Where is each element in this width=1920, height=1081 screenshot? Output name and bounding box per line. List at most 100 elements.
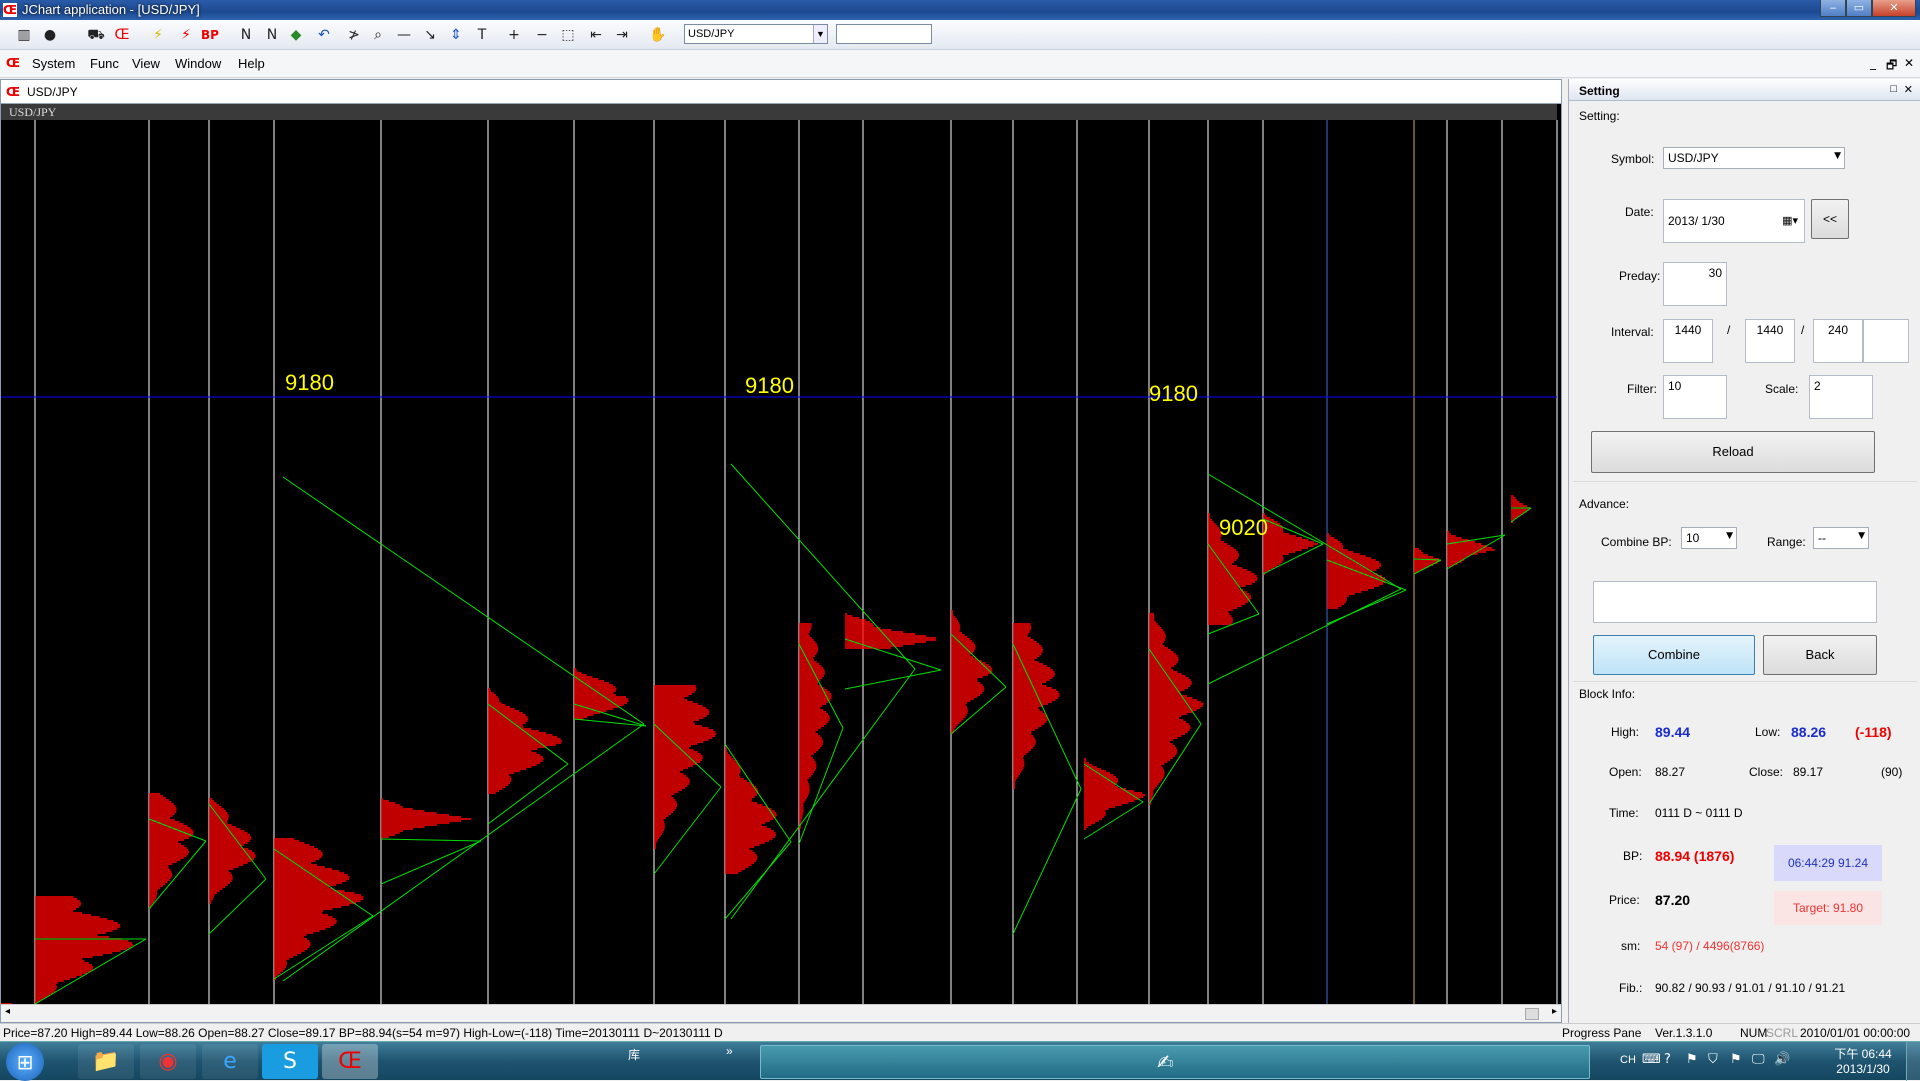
tray-icon-1[interactable]: ? bbox=[1664, 1052, 1671, 1067]
menu-func[interactable]: Func bbox=[90, 56, 119, 71]
date-back-button[interactable]: << bbox=[1811, 199, 1849, 239]
high-value: 89.44 bbox=[1655, 724, 1691, 740]
target-box: Target: 91.80 bbox=[1774, 891, 1882, 925]
menu-view[interactable]: View bbox=[132, 56, 160, 71]
clock-time: 下午 06:44 bbox=[1834, 1047, 1892, 1061]
cube-icon[interactable]: ◆ bbox=[286, 25, 306, 45]
interval-label: Interval: bbox=[1611, 325, 1654, 339]
select-icon[interactable]: ⬚ bbox=[558, 25, 578, 45]
diagonal-icon[interactable]: ↘ bbox=[420, 25, 440, 45]
range-dropdown[interactable]: -- ▼ bbox=[1813, 527, 1869, 549]
menu-window[interactable]: Window bbox=[175, 56, 221, 71]
interval-input-4[interactable] bbox=[1863, 319, 1909, 363]
right-arrow-icon[interactable]: ⇥ bbox=[612, 25, 632, 45]
n-cursor-icon[interactable]: N bbox=[262, 25, 282, 45]
app-logo-icon[interactable]: Œ bbox=[112, 25, 132, 45]
title-bar[interactable]: Œ JChart application - [USD/JPY] – ▭ ✕ bbox=[0, 0, 1920, 20]
lightning-red-icon[interactable]: ⚡ bbox=[176, 25, 196, 45]
back-button[interactable]: Back bbox=[1763, 635, 1877, 675]
volume-profile-2 bbox=[149, 793, 194, 909]
taskbar-more-icon[interactable]: » bbox=[726, 1044, 733, 1058]
tray-icon-6[interactable]: 🔊 bbox=[1774, 1052, 1790, 1067]
jchart-app[interactable]: Œ bbox=[322, 1044, 378, 1079]
combine-button[interactable]: Combine bbox=[1593, 635, 1755, 675]
toolbar: ▥ ● ⛟ Œ ⚡ ⚡ BP N N ◆ ↶ ≯ ⌕ — ↘ ⇕ T + − ⬚ ⇤ ⇥ ✋ USD/JPY ▼ bbox=[0, 20, 1920, 50]
symbol-dropdown[interactable]: USD/JPY ▼ bbox=[1663, 147, 1845, 169]
price-annotation-0: 9180 bbox=[285, 370, 334, 395]
menu-system[interactable]: System bbox=[32, 56, 75, 71]
scale-input[interactable]: 2 bbox=[1809, 375, 1873, 419]
undo-icon[interactable]: ↶ bbox=[314, 25, 334, 45]
mdi-restore-button[interactable]: 🗗 bbox=[1886, 56, 1897, 77]
menu-help[interactable]: Help bbox=[238, 56, 265, 71]
language-indicator[interactable]: CH bbox=[1620, 1054, 1636, 1066]
updown-icon[interactable]: ⇕ bbox=[446, 25, 466, 45]
volume-profile-5 bbox=[381, 798, 471, 840]
trend-line-12 bbox=[380, 838, 482, 842]
combine-input[interactable] bbox=[1593, 581, 1877, 623]
volume-profile-13 bbox=[1013, 623, 1060, 789]
mdi-close-button[interactable]: ✕ bbox=[1904, 56, 1914, 70]
maximize-button[interactable]: ▭ bbox=[1846, 0, 1872, 17]
zoom-icon[interactable]: ⌕ bbox=[368, 25, 388, 45]
taskbar-library[interactable]: 库 bbox=[628, 1046, 728, 1078]
interval-input-3[interactable]: 240 bbox=[1813, 319, 1863, 363]
plus-icon[interactable]: + bbox=[504, 25, 524, 45]
show-desktop-button[interactable] bbox=[1906, 1042, 1920, 1081]
panel-float-button[interactable]: □ bbox=[1890, 83, 1897, 95]
date-value: 2013/ 1/30 bbox=[1668, 214, 1725, 228]
step-icon[interactable]: ≯ bbox=[344, 25, 364, 45]
scroll-right-icon[interactable]: ▸ bbox=[1552, 1006, 1557, 1017]
lightning-icon[interactable]: ⚡ bbox=[148, 25, 168, 45]
trend-line-10 bbox=[282, 476, 645, 725]
chart-tab[interactable]: Œ USD/JPY bbox=[1, 80, 1561, 104]
taskbar-active-window[interactable]: ✍ bbox=[760, 1045, 1590, 1079]
scroll-thumb[interactable] bbox=[1525, 1008, 1539, 1020]
skype-app[interactable]: S bbox=[262, 1044, 318, 1079]
interval-input-2[interactable]: 1440 bbox=[1745, 319, 1795, 363]
hline-icon[interactable]: — bbox=[394, 25, 414, 45]
tray-icon-2[interactable]: ⚑ bbox=[1686, 1052, 1698, 1067]
ie-app[interactable]: e bbox=[202, 1044, 258, 1079]
left-arrow-icon[interactable]: ⇤ bbox=[586, 25, 606, 45]
tray-icon-5[interactable]: 🖵 bbox=[1752, 1052, 1765, 1067]
clock[interactable]: 下午 06:44 2013/1/30 bbox=[1828, 1045, 1898, 1076]
chrome-app[interactable]: ◉ bbox=[140, 1044, 196, 1079]
minimize-button[interactable]: – bbox=[1820, 0, 1846, 17]
horizontal-scrollbar[interactable]: ◂ ▸ bbox=[1, 1004, 1561, 1022]
start-button[interactable]: ⊞ bbox=[6, 1043, 44, 1081]
reload-button[interactable]: Reload bbox=[1591, 431, 1875, 473]
bp-icon[interactable]: BP bbox=[200, 25, 220, 45]
filter-input[interactable]: 10 bbox=[1663, 375, 1727, 419]
car-icon[interactable]: ⛟ bbox=[86, 25, 106, 45]
tray-icon-4[interactable]: ⚑ bbox=[1730, 1052, 1742, 1067]
text-icon[interactable]: T bbox=[472, 25, 492, 45]
minus-icon[interactable]: − bbox=[532, 25, 552, 45]
explorer-app[interactable]: 📁 bbox=[78, 1044, 134, 1079]
toolbar-input[interactable] bbox=[836, 24, 932, 44]
fib-label: Fib.: bbox=[1619, 981, 1643, 995]
preday-input[interactable]: 30 bbox=[1663, 262, 1727, 306]
scale-value: 2 bbox=[1814, 379, 1821, 393]
chart-area[interactable]: 9180 9180 9180 9020 USD/JPY bbox=[1, 104, 1561, 1004]
symbol-select[interactable]: USD/JPY ▼ bbox=[684, 24, 828, 44]
symbol-label: Symbol: bbox=[1611, 152, 1655, 166]
panel-close-button[interactable]: ✕ bbox=[1904, 83, 1913, 96]
bp-time-box: 06:44:29 91.24 bbox=[1774, 845, 1882, 881]
scroll-left-icon[interactable]: ◂ bbox=[5, 1006, 10, 1017]
time-label: Time: bbox=[1609, 806, 1639, 820]
tray-icon-0[interactable]: ⌨ bbox=[1642, 1052, 1661, 1067]
mdi-minimize-button[interactable]: _ bbox=[1870, 56, 1876, 70]
date-picker[interactable]: 2013/ 1/30 ▦▾ bbox=[1663, 199, 1805, 243]
status-datetime: 2010/01/01 00:00:00 bbox=[1800, 1026, 1911, 1040]
circle-icon[interactable]: ● bbox=[40, 25, 60, 45]
tray-icon-3[interactable]: ⛉ bbox=[1708, 1052, 1718, 1067]
close-button[interactable]: ✕ bbox=[1872, 0, 1916, 17]
hand-icon[interactable]: ✋ bbox=[648, 25, 668, 45]
combine-bp-dropdown[interactable]: 10 ▼ bbox=[1681, 527, 1737, 549]
n-icon[interactable]: N bbox=[236, 25, 256, 45]
calendar-icon[interactable]: ▦▾ bbox=[1782, 214, 1798, 227]
bar-chart-icon[interactable]: ▥ bbox=[14, 25, 34, 45]
chart-canvas[interactable]: 9180 9180 9180 9020 bbox=[1, 104, 1561, 1004]
interval-input-1[interactable]: 1440 bbox=[1663, 319, 1713, 363]
